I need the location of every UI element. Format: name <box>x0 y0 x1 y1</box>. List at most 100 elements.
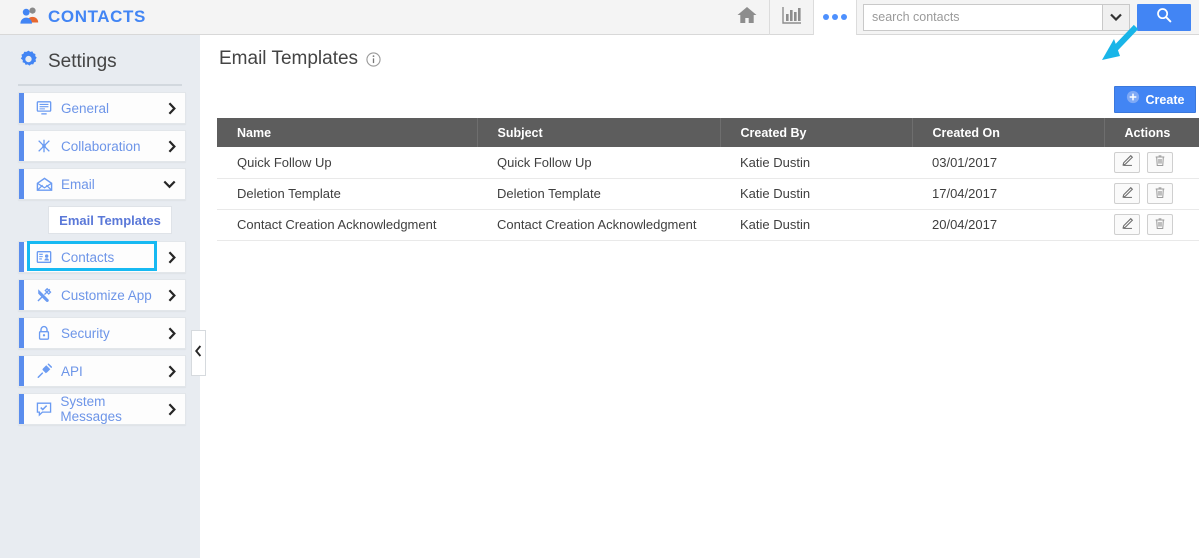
sidebar-item-email-templates[interactable]: Email Templates <box>48 206 172 234</box>
sidebar-nav: General Collaboration Email Email Templa… <box>0 92 200 425</box>
sidebar-item-label: Contacts <box>61 249 115 265</box>
cell-created-on: 17/04/2017 <box>912 178 1104 210</box>
sidebar-divider <box>18 84 182 86</box>
cell-subject: Quick Follow Up <box>477 147 720 179</box>
edit-pencil-icon <box>1121 154 1134 170</box>
table-row[interactable]: Contact Creation Acknowledgment Contact … <box>217 209 1199 241</box>
sidebar-item-general[interactable]: General <box>18 92 186 124</box>
reports-button[interactable] <box>769 0 813 35</box>
cell-created-on: 20/04/2017 <box>912 209 1104 241</box>
chevron-left-icon <box>194 344 202 362</box>
home-icon <box>736 5 758 30</box>
search-input[interactable] <box>863 3 1102 31</box>
envelope-open-icon <box>31 176 57 192</box>
table-header: Name Subject Created By Created On Actio… <box>217 118 1199 147</box>
table-row[interactable]: Quick Follow Up Quick Follow Up Katie Du… <box>217 147 1199 179</box>
bar-chart-icon <box>781 5 803 30</box>
cell-subject: Contact Creation Acknowledgment <box>477 209 720 241</box>
gear-icon <box>18 49 39 75</box>
sidebar-item-label: Customize App <box>61 287 152 303</box>
cell-actions <box>1104 178 1199 210</box>
delete-button[interactable] <box>1147 151 1173 173</box>
monitor-icon <box>31 100 57 116</box>
sidebar-item-security[interactable]: Security <box>18 317 186 349</box>
main-content: Email Templates Create Name Subject Crea… <box>203 35 1199 558</box>
column-header-subject[interactable]: Subject <box>477 118 721 147</box>
chevron-right-icon <box>168 326 176 340</box>
trash-icon <box>1154 186 1166 202</box>
sidebar-item-system-messages[interactable]: System Messages <box>18 393 186 425</box>
create-button-label: Create <box>1145 92 1185 107</box>
sidebar-item-customize-app[interactable]: Customize App <box>18 279 186 311</box>
cell-actions <box>1104 209 1199 241</box>
column-header-created-on[interactable]: Created On <box>912 118 1105 147</box>
chevron-right-icon <box>168 364 176 378</box>
cell-subject: Deletion Template <box>477 178 720 210</box>
page-header: Email Templates <box>203 35 1199 83</box>
create-button[interactable]: Create <box>1114 86 1196 113</box>
accent-bar <box>19 169 24 199</box>
accent-bar <box>19 356 24 386</box>
cell-created-by: Katie Dustin <box>720 209 912 241</box>
edit-pencil-icon <box>1121 217 1134 233</box>
edit-button[interactable] <box>1114 183 1140 204</box>
share-nodes-icon <box>31 138 57 154</box>
delete-button[interactable] <box>1147 183 1173 204</box>
trash-icon <box>1154 217 1166 233</box>
edit-button[interactable] <box>1114 151 1140 173</box>
sidebar-item-label: Security <box>61 325 110 341</box>
more-menu-button[interactable] <box>813 0 857 35</box>
search-area <box>863 3 1199 31</box>
sidebar-header: Settings <box>0 35 200 75</box>
contacts-people-icon <box>20 6 40 29</box>
search-scope-dropdown[interactable] <box>1102 3 1130 31</box>
delete-button[interactable] <box>1147 214 1173 235</box>
cell-created-on: 03/01/2017 <box>912 147 1104 179</box>
accent-bar <box>19 280 24 310</box>
brand[interactable]: CONTACTS <box>20 6 146 29</box>
column-header-name[interactable]: Name <box>217 118 478 147</box>
table-row[interactable]: Deletion Template Deletion Template Kati… <box>217 178 1199 210</box>
sidebar-item-collaboration[interactable]: Collaboration <box>18 130 186 162</box>
sidebar-item-email[interactable]: Email <box>18 168 186 200</box>
chevron-right-icon <box>168 250 176 264</box>
chevron-down-icon <box>163 180 176 189</box>
sidebar-item-api[interactable]: API <box>18 355 186 387</box>
sidebar-item-label: System Messages <box>60 394 122 424</box>
contact-card-icon <box>31 249 57 265</box>
edit-pencil-icon <box>1121 186 1134 202</box>
sidebar-item-contacts[interactable]: Contacts <box>18 241 186 273</box>
cell-actions <box>1104 147 1199 179</box>
search-submit-button[interactable] <box>1137 3 1191 31</box>
settings-sidebar: Settings General Collaboration Email Ema… <box>0 35 200 558</box>
sidebar-item-label: General <box>61 100 110 116</box>
plug-icon <box>31 363 57 379</box>
more-dots-icon <box>823 14 847 20</box>
chevron-right-icon <box>168 139 176 153</box>
edit-button[interactable] <box>1114 214 1140 235</box>
sidebar-item-label: Collaboration <box>61 138 141 154</box>
chevron-right-icon <box>168 288 176 302</box>
info-circle-icon[interactable] <box>366 51 381 67</box>
chevron-right-icon <box>168 402 176 416</box>
column-header-actions: Actions <box>1104 118 1199 147</box>
accent-bar <box>19 318 24 348</box>
row-action-group <box>1114 151 1199 173</box>
chevron-right-icon <box>168 101 176 115</box>
chevron-down-icon <box>1110 8 1122 26</box>
sidebar-subitem-label: Email Templates <box>59 212 161 228</box>
accent-bar <box>19 242 24 272</box>
sidebar-collapse-handle[interactable] <box>191 330 206 376</box>
table-header-row: Name Subject Created By Created On Actio… <box>217 118 1199 147</box>
accent-bar <box>19 394 24 424</box>
table-body: Quick Follow Up Quick Follow Up Katie Du… <box>217 147 1199 241</box>
accent-bar <box>19 93 24 123</box>
cell-name: Quick Follow Up <box>217 147 477 179</box>
cell-created-by: Katie Dustin <box>720 147 912 179</box>
home-button[interactable] <box>725 0 769 35</box>
top-header-bar: CONTACTS <box>0 0 1199 35</box>
column-header-created-by[interactable]: Created By <box>720 118 913 147</box>
search-icon <box>1156 7 1172 28</box>
sidebar-item-label: Email <box>61 176 95 192</box>
cell-name: Contact Creation Acknowledgment <box>217 209 477 241</box>
